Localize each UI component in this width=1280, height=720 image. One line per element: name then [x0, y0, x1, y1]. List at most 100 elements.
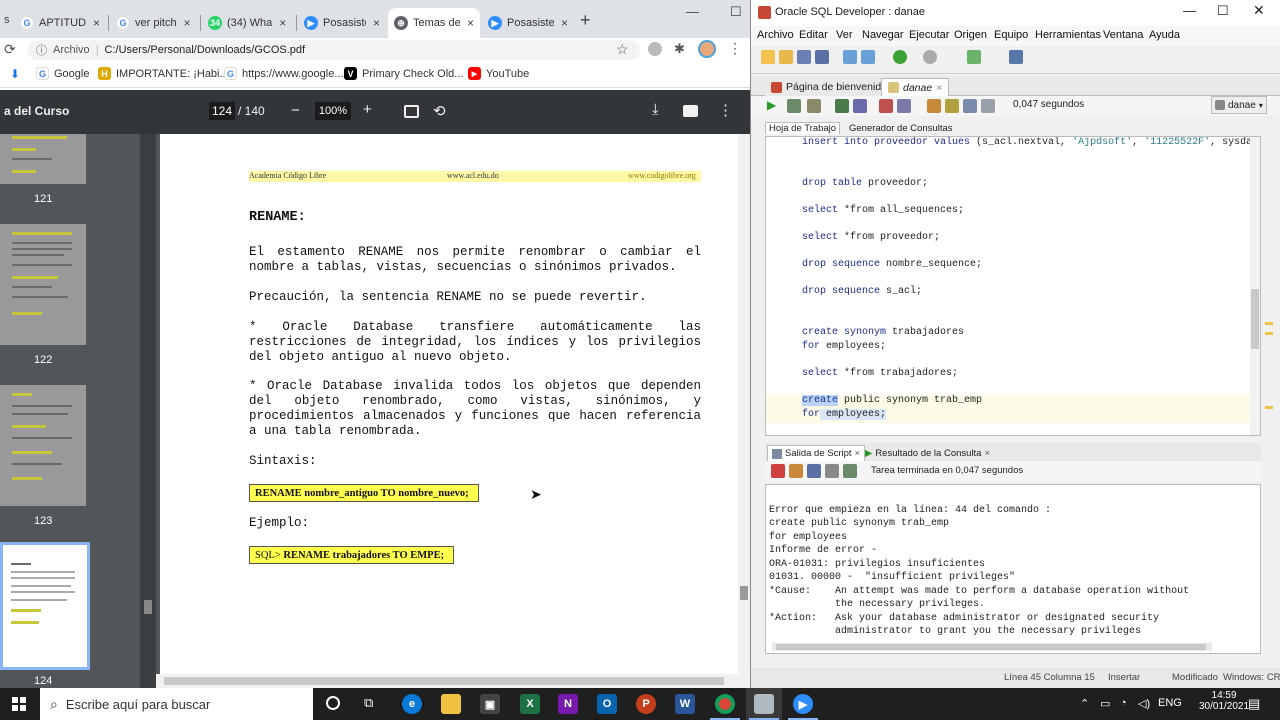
close-tab-icon[interactable]: ×	[373, 16, 380, 30]
output-horizontal-scrollbar[interactable]	[772, 643, 1212, 651]
chrome-icon[interactable]	[715, 694, 735, 714]
zoom-app-icon[interactable]: ▶	[793, 694, 813, 714]
reload-icon[interactable]: ⟳	[4, 41, 16, 58]
clock[interactable]: 14:59 30/01/2021	[1199, 690, 1249, 712]
maximize-button[interactable]: ☐	[1217, 3, 1229, 19]
save-all-icon[interactable]	[815, 50, 829, 64]
pin-icon[interactable]	[771, 464, 785, 478]
migration-icon[interactable]	[1009, 50, 1023, 64]
menu-icon[interactable]: ⋮	[728, 40, 742, 57]
tray-chevron-icon[interactable]: ⌃	[1080, 697, 1089, 710]
clear-icon[interactable]	[927, 99, 941, 113]
menu-editar[interactable]: Editar	[799, 29, 828, 41]
sql-developer-icon[interactable]	[754, 694, 774, 714]
bookmark-item[interactable]: ▶ YouTube	[468, 67, 529, 80]
skype-extension-icon[interactable]	[648, 42, 662, 56]
open-folder-icon[interactable]	[779, 50, 793, 64]
tuning-icon[interactable]	[853, 99, 867, 113]
menu-equipo[interactable]: Equipo	[994, 29, 1028, 41]
undo-icon[interactable]	[843, 50, 857, 64]
volume-icon[interactable]: ◁)	[1138, 697, 1150, 710]
menu-origen[interactable]: Origen	[954, 29, 987, 41]
history-icon[interactable]	[963, 99, 977, 113]
tab-pagina-bienvenida[interactable]: Página de bienvenida	[765, 78, 894, 96]
rollback-icon[interactable]	[835, 99, 849, 113]
browser-tab[interactable]: ▶ Posasiste ×	[482, 8, 574, 38]
minimize-button[interactable]: —	[1183, 3, 1196, 18]
close-tab-icon[interactable]: ×	[984, 448, 990, 459]
onenote-icon[interactable]: N	[558, 694, 578, 714]
tab-hoja-de-trabajo[interactable]: Hoja de Trabajo	[765, 122, 841, 134]
bookmark-item[interactable]: V Primary Check Old...	[344, 67, 463, 80]
find-icon[interactable]	[981, 99, 995, 113]
page-thumbnail-current[interactable]	[0, 542, 90, 670]
battery-icon[interactable]: ▭	[1100, 697, 1110, 710]
address-url[interactable]: C:/Users/Personal/Downloads/GCOS.pdf	[105, 44, 306, 56]
more-options-icon[interactable]: ⋮	[718, 101, 733, 119]
menu-ver[interactable]: Ver	[836, 29, 853, 41]
menu-herramientas[interactable]: Herramientas	[1035, 29, 1101, 41]
word-icon[interactable]: W	[675, 694, 695, 714]
browser-tab[interactable]: G APTITUD ×	[14, 8, 106, 38]
run-statement-icon[interactable]: ▶	[767, 98, 776, 112]
page-thumbnail[interactable]	[0, 385, 86, 506]
download-icon[interactable]: ⤓	[652, 101, 659, 118]
page-thumbnail[interactable]	[0, 224, 86, 345]
print-icon[interactable]	[683, 105, 698, 117]
close-tab-icon[interactable]: ×	[561, 16, 568, 30]
new-tab-button[interactable]: +	[580, 10, 591, 31]
apps-icon[interactable]: ⬇	[10, 67, 20, 81]
close-tab-icon[interactable]: ×	[184, 16, 191, 30]
connection-selector[interactable]: danae ▾	[1211, 96, 1267, 114]
browser-tab[interactable]: G ver pitch ×	[110, 8, 198, 38]
new-file-icon[interactable]	[761, 50, 775, 64]
thumbnail-scrollbar[interactable]	[140, 134, 156, 688]
taskbar-search[interactable]: ⌕ Escribe aquí para buscar	[40, 688, 313, 720]
close-tab-icon[interactable]: ×	[855, 448, 861, 459]
browser-tab[interactable]: ▶ Posasiste ×	[298, 8, 386, 38]
bookmark-star-icon[interactable]: ☆	[616, 41, 629, 58]
save-icon[interactable]	[797, 50, 811, 64]
print-output-icon[interactable]	[825, 464, 839, 478]
explain-plan-icon[interactable]	[879, 99, 893, 113]
zoom-level-input[interactable]: 100%	[315, 102, 351, 120]
tab-danae[interactable]: danae ×	[881, 78, 950, 96]
address-bar[interactable]: ⓘ Archivo | C:/Users/Personal/Downloads/…	[28, 40, 640, 60]
menu-navegar[interactable]: Navegar	[862, 29, 904, 41]
notifications-icon[interactable]: ▤	[1248, 696, 1260, 712]
sql-editor[interactable]: insert into proveedor values (s_acl.next…	[765, 136, 1261, 436]
close-tab-icon[interactable]: ×	[279, 16, 286, 30]
close-button[interactable]: ✕	[1253, 2, 1265, 19]
zoom-out-button[interactable]: −	[291, 102, 300, 119]
close-tab-icon[interactable]: ×	[93, 16, 100, 30]
excel-icon[interactable]: X	[520, 694, 540, 714]
bookmark-item[interactable]: G https://www.google....	[224, 67, 347, 80]
edge-icon[interactable]: e	[402, 694, 422, 714]
info-icon[interactable]: ⓘ	[36, 42, 47, 58]
page-number-input[interactable]: 124	[209, 102, 235, 120]
editor-scrollbar[interactable]	[1250, 137, 1260, 435]
maximize-button[interactable]: ☐	[730, 4, 742, 20]
run-script-icon[interactable]	[787, 99, 801, 113]
network-icon[interactable]: ◔	[1120, 697, 1127, 709]
rotate-icon[interactable]: ⟲	[433, 102, 446, 120]
format-icon[interactable]	[945, 99, 959, 113]
task-view-icon[interactable]: ⧉	[364, 695, 373, 711]
minimize-button[interactable]: —	[686, 4, 699, 19]
pdf-scrollbar[interactable]	[738, 134, 750, 688]
forward-icon[interactable]	[923, 50, 937, 64]
browser-tab-active[interactable]: ⊕ Temas de ×	[388, 8, 480, 38]
clear-output-icon[interactable]	[789, 464, 803, 478]
close-tab-icon[interactable]: ×	[936, 82, 942, 94]
bookmark-item[interactable]: G Google	[36, 67, 89, 80]
file-explorer-icon[interactable]	[441, 694, 461, 714]
tab-overflow-fragment[interactable]: s	[4, 14, 10, 26]
outlook-icon[interactable]: O	[597, 694, 617, 714]
save-output-icon[interactable]	[807, 464, 821, 478]
menu-ayuda[interactable]: Ayuda	[1149, 29, 1180, 41]
powerpoint-icon[interactable]: P	[636, 694, 656, 714]
browser-tab[interactable]: 34 (34) Wha ×	[202, 8, 296, 38]
sql-worksheet-icon[interactable]	[967, 50, 981, 64]
menu-ejecutar[interactable]: Ejecutar	[909, 29, 949, 41]
buffer-icon[interactable]	[843, 464, 857, 478]
